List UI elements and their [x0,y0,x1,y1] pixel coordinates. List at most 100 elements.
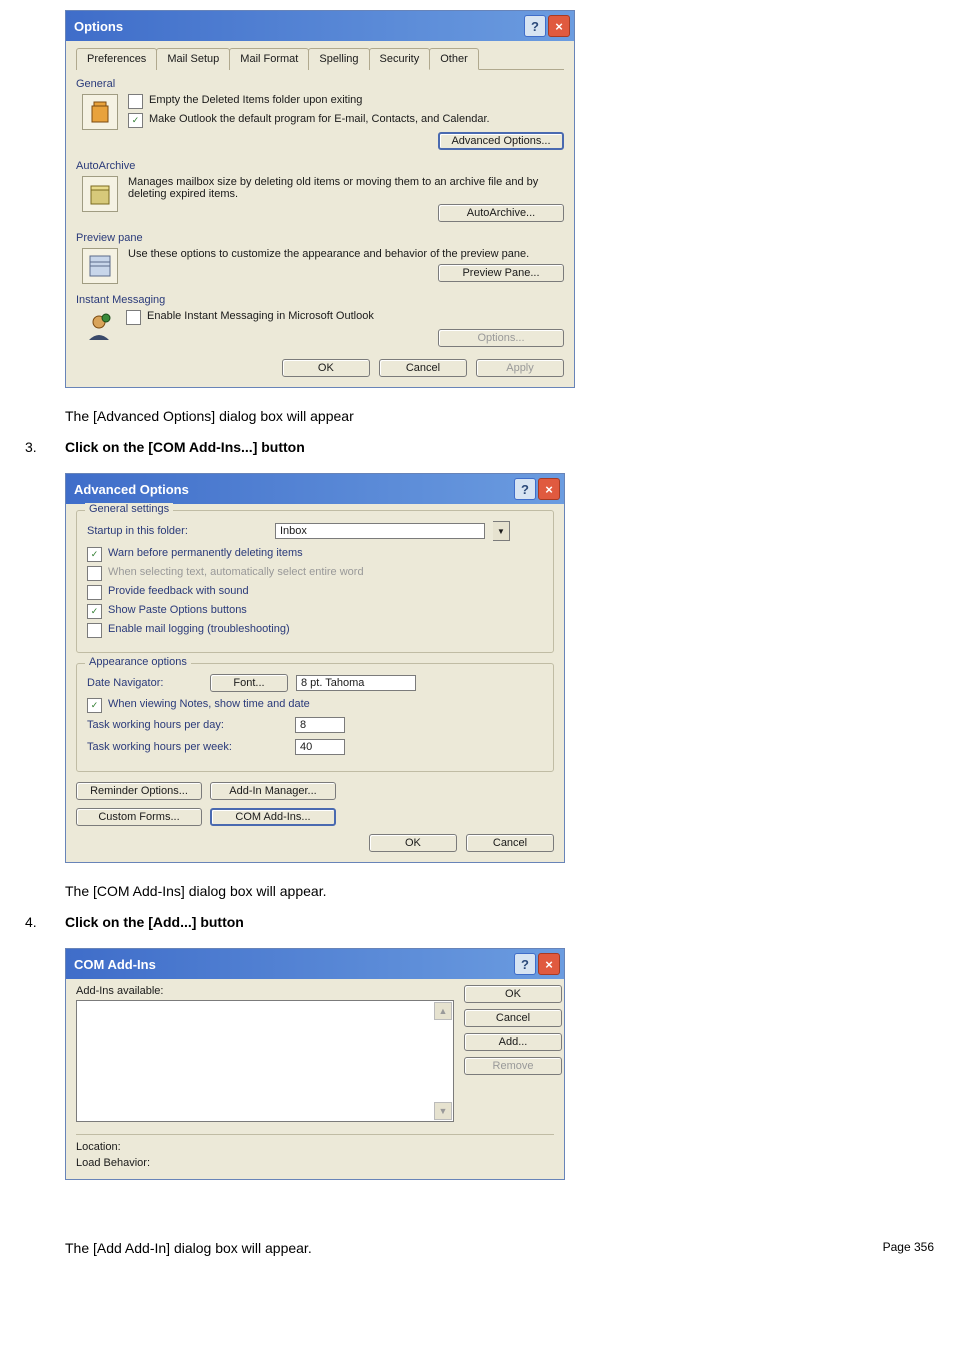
com-addins-button[interactable]: COM Add-Ins... [210,808,336,826]
mail-logging-label: Enable mail logging (troubleshooting) [108,623,290,635]
empty-deleted-label: Empty the Deleted Items folder upon exit… [149,94,362,106]
help-icon[interactable]: ? [514,478,536,500]
select-word-label: When selecting text, automatically selec… [108,566,364,578]
group-general-settings: General settings Startup in this folder:… [76,510,554,653]
titlebar-title: COM Add-Ins [74,957,512,972]
help-icon[interactable]: ? [514,953,536,975]
step-number: 4. [25,914,65,930]
warn-delete-checkbox[interactable] [87,547,102,562]
titlebar: COM Add-Ins ? × [66,949,564,979]
autoarchive-button[interactable]: AutoArchive... [438,204,564,222]
addins-listbox[interactable]: ▲ ▼ [76,1000,454,1122]
ok-button[interactable]: OK [369,834,457,852]
feedback-sound-checkbox[interactable] [87,585,102,600]
advanced-options-button[interactable]: Advanced Options... [438,132,564,150]
remove-button[interactable]: Remove [464,1057,562,1075]
load-behavior-label: Load Behavior: [76,1157,554,1169]
close-icon[interactable]: × [548,15,570,37]
scroll-down-icon[interactable]: ▼ [434,1102,452,1120]
tabstrip: Preferences Mail Setup Mail Format Spell… [76,47,564,70]
scroll-up-icon[interactable]: ▲ [434,1002,452,1020]
custom-forms-button[interactable]: Custom Forms... [76,808,202,826]
im-person-icon [82,310,116,344]
tab-spelling[interactable]: Spelling [308,48,369,70]
step-instruction: Click on the [COM Add-Ins...] button [65,439,305,455]
cancel-button[interactable]: Cancel [466,834,554,852]
legend: General settings [85,503,173,515]
tab-mail-setup[interactable]: Mail Setup [156,48,230,70]
advanced-options-dialog: Advanced Options ? × General settings St… [65,473,565,863]
empty-deleted-checkbox[interactable] [128,94,143,109]
tab-mail-format[interactable]: Mail Format [229,48,309,70]
com-addins-dialog: COM Add-Ins ? × Add-Ins available: ▲ ▼ O… [65,948,565,1180]
cancel-button[interactable]: Cancel [379,359,467,377]
make-default-label: Make Outlook the default program for E-m… [149,113,490,125]
close-icon[interactable]: × [538,953,560,975]
hours-week-label: Task working hours per week: [87,741,287,753]
dialog-body: Add-Ins available: ▲ ▼ OK Cancel Add... … [66,979,564,1179]
help-icon[interactable]: ? [524,15,546,37]
group-instant-messaging: Instant Messaging Enable Instant Messagi… [76,294,564,347]
close-icon[interactable]: × [538,478,560,500]
ok-button[interactable]: OK [282,359,370,377]
date-navigator-label: Date Navigator: [87,677,202,689]
startup-folder-label: Startup in this folder: [87,525,267,537]
dropdown-caret-icon[interactable]: ▼ [493,521,510,541]
location-label: Location: [76,1141,554,1153]
tab-security[interactable]: Security [369,48,431,70]
titlebar-title: Advanced Options [74,482,512,497]
group-appearance: Appearance options Date Navigator: Font.… [76,663,554,772]
enable-im-checkbox[interactable] [126,310,141,325]
addins-available-label: Add-Ins available: [76,985,454,997]
select-word-checkbox[interactable] [87,566,102,581]
legend: Instant Messaging [76,294,564,306]
legend: Appearance options [85,656,191,668]
hours-day-label: Task working hours per day: [87,719,287,731]
page-number: Page 356 [883,1240,934,1254]
cancel-button[interactable]: Cancel [464,1009,562,1027]
titlebar: Options ? × [66,11,574,41]
preview-pane-button[interactable]: Preview Pane... [438,264,564,282]
legend: Preview pane [76,232,564,244]
group-preview-pane: Preview pane Use these options to custom… [76,232,564,284]
hours-week-input[interactable]: 40 [295,739,345,755]
legend: General [76,78,564,90]
apply-button[interactable]: Apply [476,359,564,377]
feedback-sound-label: Provide feedback with sound [108,585,249,597]
addin-manager-button[interactable]: Add-In Manager... [210,782,336,800]
titlebar-title: Options [74,19,522,34]
tab-preferences[interactable]: Preferences [76,48,157,70]
paste-options-label: Show Paste Options buttons [108,604,247,616]
step-3: 3. Click on the [COM Add-Ins...] button [25,439,944,455]
group-general: General Empty the Deleted Items folder u… [76,78,564,150]
im-options-button[interactable]: Options... [438,329,564,347]
hours-day-input[interactable]: 8 [295,717,345,733]
warn-delete-label: Warn before permanently deleting items [108,547,303,559]
font-button[interactable]: Font... [210,674,288,692]
step-instruction: Click on the [Add...] button [65,914,244,930]
legend: AutoArchive [76,160,564,172]
startup-folder-value[interactable]: Inbox [275,523,485,539]
notes-time-label: When viewing Notes, show time and date [108,698,310,710]
step-4: 4. Click on the [Add...] button [25,914,944,930]
body-text: The [COM Add-Ins] dialog box will appear… [65,883,944,899]
recycle-bin-icon [82,94,118,130]
add-button[interactable]: Add... [464,1033,562,1051]
mail-logging-checkbox[interactable] [87,623,102,638]
body-text: The [Add Add-In] dialog box will appear. [65,1240,312,1256]
reminder-options-button[interactable]: Reminder Options... [76,782,202,800]
make-default-checkbox[interactable] [128,113,143,128]
body-text: The [Advanced Options] dialog box will a… [65,408,944,424]
options-dialog: Options ? × Preferences Mail Setup Mail … [65,10,575,388]
notes-time-checkbox[interactable] [87,698,102,713]
dialog-body: Preferences Mail Setup Mail Format Spell… [66,41,574,387]
paste-options-checkbox[interactable] [87,604,102,619]
enable-im-label: Enable Instant Messaging in Microsoft Ou… [147,310,374,322]
autoarchive-desc: Manages mailbox size by deleting old ite… [128,176,564,200]
preview-pane-icon [82,248,118,284]
tab-other[interactable]: Other [429,48,479,70]
archive-icon [82,176,118,212]
font-display: 8 pt. Tahoma [296,675,416,691]
preview-desc: Use these options to customize the appea… [128,248,564,260]
ok-button[interactable]: OK [464,985,562,1003]
